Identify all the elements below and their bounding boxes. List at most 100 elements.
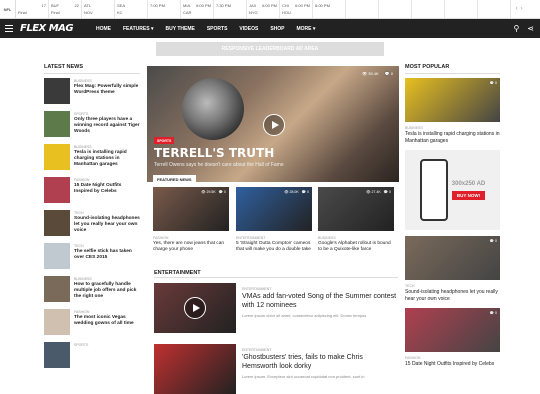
article-title[interactable]: Sound-isolating headphones let you reall… [74, 216, 140, 234]
list-item[interactable]: BUSINESS Flex Mag: Powerfully simple Word… [44, 78, 140, 108]
comments-value: 0 [495, 311, 497, 315]
article-title[interactable]: 15 Date Night Outfits Inspired by Celebs [74, 183, 140, 195]
article-thumbnail[interactable] [44, 78, 70, 104]
article-thumbnail[interactable] [44, 111, 70, 137]
article-thumbnail[interactable] [44, 243, 70, 269]
ticker-game[interactable]: JAX 6:00 PM NYG [247, 0, 280, 18]
ticker-game[interactable]: 6:00 PM [313, 0, 346, 18]
views-value: 29.5K [206, 190, 216, 194]
buy-now-button[interactable]: BUY NOW! [451, 190, 486, 200]
article-image[interactable] [154, 283, 236, 333]
ticker-game[interactable]: BUF 22 Final [49, 0, 82, 18]
list-item[interactable]: TECH Sound-isolating headphones let you r… [44, 210, 140, 240]
ticker-game[interactable]: ATL NOV [82, 0, 115, 18]
article-title[interactable]: 'Ghostbusters' tries, fails to make Chri… [242, 354, 398, 371]
nav-features[interactable]: FEATURES ▾ [117, 26, 159, 32]
list-item[interactable]: FASHION The most iconic Vegas wedding gow… [44, 309, 140, 339]
featured-story[interactable]: 👁 39.4K 💬 0 SPORTS TERRELL'S TRUTH Terre… [147, 66, 399, 182]
latest-news-column: LATEST NEWS BUSINESS Flex Mag: Powerfully… [44, 64, 140, 375]
article-thumbnail[interactable] [44, 276, 70, 302]
article-thumbnail[interactable] [44, 309, 70, 335]
article-title[interactable]: Tesla is installing rapid charging stati… [405, 131, 500, 144]
article-image[interactable]: 👁 28.0K 💬 0 [236, 187, 312, 231]
article-title[interactable]: Sound-isolating headphones let you reall… [405, 289, 500, 302]
article-image[interactable]: 💬 0 [405, 236, 500, 280]
entertainment-item[interactable]: ENTERTAINMENT VMAs add fan-voted Song of … [154, 283, 398, 333]
ticker-game[interactable] [445, 0, 478, 18]
list-item[interactable]: SPORTS Only three players have a winning … [44, 111, 140, 141]
list-item[interactable]: TECH The selfie stick has taken over CES … [44, 243, 140, 273]
list-item[interactable]: SPORTS [44, 342, 140, 372]
ticker-game[interactable]: CHI 6:00 PM HOU [280, 0, 313, 18]
popular-item[interactable]: 💬 0 FASHION 15 Date Night Outfits Inspired… [405, 308, 500, 368]
article-title[interactable]: Only three players have a winning record… [74, 117, 140, 135]
article-title[interactable]: The most iconic Vegas wedding gowns of a… [74, 315, 140, 327]
article-title[interactable]: Yes, there are now jeans that can charge… [153, 241, 229, 253]
category-label: TECH [405, 284, 415, 288]
featured-news-card[interactable]: 👁 29.5K 💬 0 FASHION Yes, there are now jean… [153, 187, 229, 253]
nav-home[interactable]: HOME [90, 26, 117, 32]
hamburger-menu-icon[interactable] [0, 19, 18, 38]
nav-sports[interactable]: SPORTS [201, 26, 234, 32]
nav-buy-theme[interactable]: BUY THEME [159, 26, 200, 32]
category-badge[interactable]: SPORTS [154, 137, 175, 144]
list-item[interactable]: FASHION 15 Date Night Outfits Inspired by… [44, 177, 140, 207]
nav-shop[interactable]: SHOP [264, 26, 290, 32]
article-title[interactable]: Google's Alphabet rollout is bound to be… [318, 241, 394, 253]
article-thumbnail[interactable] [44, 210, 70, 236]
article-image[interactable]: 👁 27.4K 💬 0 [318, 187, 394, 231]
ticker-game[interactable]: 17 Final [16, 0, 49, 18]
comments-count: 💬 0 [489, 81, 497, 85]
ticker-game[interactable]: 7:00 PM [148, 0, 181, 18]
entertainment-item[interactable]: ENTERTAINMENT 'Ghostbusters' tries, fails… [154, 344, 398, 394]
article-image[interactable]: 💬 0 [405, 78, 500, 122]
article-title[interactable]: VMAs add fan-voted Song of the Summer co… [242, 293, 398, 310]
article-image[interactable] [154, 344, 236, 394]
article-title[interactable]: 5 'Straight Outta Compton' cameos that w… [236, 241, 312, 253]
featured-title[interactable]: TERRELL'S TRUTH [154, 146, 274, 160]
popular-item[interactable]: 💬 0 TECH Sound-isolating headphones let yo… [405, 236, 500, 302]
search-icon[interactable]: ⚲ [513, 24, 519, 33]
popular-item[interactable]: 💬 0 BUSINESS Tesla is installing rapid cha… [405, 78, 500, 144]
play-icon[interactable] [184, 297, 206, 319]
article-title[interactable]: 15 Date Night Outfits Inspired by Celebs [405, 361, 500, 368]
views-value: 28.0K [289, 190, 299, 194]
article-text: TECH The selfie stick has taken over CES … [74, 243, 140, 273]
article-image[interactable]: 👁 29.5K 💬 0 [153, 187, 229, 231]
ticker-game[interactable]: 7:30 PM [214, 0, 247, 18]
list-item[interactable]: BUSINESS Tesla is installing rapid chargi… [44, 144, 140, 174]
article-title[interactable]: Tesla is installing rapid charging stati… [74, 150, 140, 168]
article-thumbnail[interactable] [44, 144, 70, 170]
featured-news-card[interactable]: 👁 28.0K 💬 0 ENTERTAINMENT 5 'Straight Outta… [236, 187, 312, 253]
share-icon[interactable]: ⋖ [527, 24, 534, 33]
article-image[interactable]: 💬 0 [405, 308, 500, 352]
category-label: BUSINESS [74, 145, 92, 149]
chevron-right-icon[interactable]: › [521, 6, 523, 12]
category-label: SPORTS [74, 112, 89, 116]
ticker-game[interactable] [412, 0, 445, 18]
ticker-game[interactable]: MIA 6:00 PM CAR [181, 0, 214, 18]
play-icon[interactable] [263, 114, 285, 136]
nav-more[interactable]: MORE ▾ [290, 26, 321, 32]
article-title[interactable]: How to gracefully handle multiple job of… [74, 282, 140, 300]
featured-subtitle: Terrell Owens says he doesn't care about… [154, 162, 284, 168]
ticker-game[interactable]: SEA KC [115, 0, 148, 18]
article-thumbnail[interactable] [44, 177, 70, 203]
category-label: BUSINESS [74, 277, 92, 281]
ticker-game[interactable] [478, 0, 511, 18]
leaderboard-ad[interactable]: RESPONSIVE LEADERBOARD AD AREA [156, 42, 384, 56]
list-item[interactable]: BUSINESS How to gracefully handle multipl… [44, 276, 140, 306]
ticker-game[interactable] [379, 0, 412, 18]
article-thumbnail[interactable] [44, 342, 70, 368]
article-title[interactable]: The selfie stick has taken over CES 2015 [74, 249, 140, 261]
site-logo[interactable]: FLEX MAG [20, 23, 80, 34]
views-count: 👁 39.4K [362, 71, 379, 76]
sidebar-ad[interactable]: 300x250 AD BUY NOW! [405, 150, 500, 230]
nav-videos[interactable]: VIDEOS [233, 26, 264, 32]
chevron-left-icon[interactable]: ‹ [516, 6, 518, 12]
ticker-arrows[interactable]: ‹ › [511, 0, 527, 18]
ticker-league[interactable]: NFL [0, 0, 16, 18]
ticker-game[interactable] [346, 0, 379, 18]
featured-news-card[interactable]: 👁 27.4K 💬 0 BUSINESS Google's Alphabet roll… [318, 187, 394, 253]
article-title[interactable]: Flex Mag: Powerfully simple WordPress th… [74, 84, 140, 96]
